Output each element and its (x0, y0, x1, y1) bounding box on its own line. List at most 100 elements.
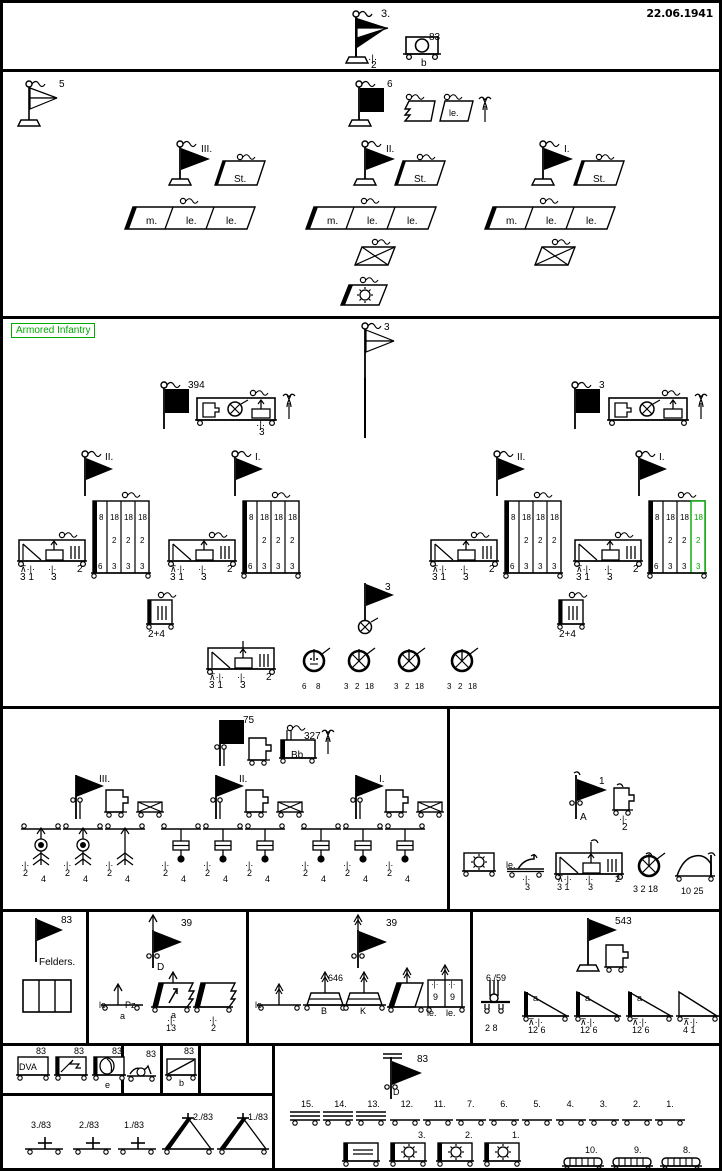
artillery-bn-3-flag (167, 140, 210, 186)
bn-394-2-co2-top: 18 (110, 513, 119, 522)
recon-co-2b-bot1: 2 (205, 868, 211, 878)
bakery-unit-label: 10. (585, 1145, 598, 1155)
panzer-39b-le-label: le. (255, 1000, 265, 1010)
bn-394-1-co4-mid: 2 (290, 536, 295, 545)
recon-co-2a-bot1: 2 (163, 868, 169, 878)
supply-column-label: 12. (400, 1099, 414, 1109)
brigade-stem (364, 378, 366, 438)
bn-394-2-co2-mid: 2 (112, 536, 117, 545)
regiment-394-bn1-hq-val-e: 2 (227, 564, 233, 575)
engineer-gun-value: 3 2 18 (633, 884, 659, 894)
service-unit-2 (54, 1056, 88, 1081)
regiment-394-hq-vehicle (195, 389, 296, 427)
support-divider-2 (246, 909, 249, 1045)
bn-3-1-co3-bot: 3 (682, 562, 687, 571)
center-gun-2-right: 18 (365, 682, 374, 691)
bn-394-2-co4-top: 18 (138, 513, 147, 522)
service-unit-5-number: 83 (184, 1046, 195, 1056)
regiment-3-bn1-roman: I. (659, 452, 665, 463)
regiment-3-bn1-hq-val-d: 3 (607, 572, 613, 583)
recon-co-3b-bot2: 4 (83, 874, 89, 884)
supply-column-icon (622, 1119, 652, 1126)
supply-column-label: 4. (566, 1099, 575, 1109)
center-gun-3-left: 3 (394, 682, 399, 691)
bn-3-2-co4-bot: 3 (552, 562, 557, 571)
panzer-39b-box-le-1: le. (427, 1008, 437, 1018)
regiment-394-bn2-hq-val-e: 2 (77, 564, 83, 575)
center-gun-4-right: 18 (468, 682, 477, 691)
supply-column-icon (422, 1119, 453, 1126)
bn-394-2-co4-bot: 3 (140, 562, 145, 571)
division-hq-sublabel: b (421, 58, 427, 69)
regiment-394-bn2-roman: II. (105, 452, 114, 463)
supply-column-icon (655, 1119, 686, 1126)
bn-394-2-co3-bot: 3 (126, 562, 131, 571)
bakery-unit-label: 8. (683, 1145, 691, 1155)
recon-bn1-truck (384, 789, 409, 818)
panzer-39b-box-dots-1: ·|· (431, 980, 439, 989)
engineer-bn-number: 1 (599, 776, 605, 787)
engineer-bridge-label: le. (506, 860, 516, 870)
bn-394-2-co1-top: 8 (99, 513, 104, 522)
bn-3-1-co2-mid: 2 (668, 536, 673, 545)
panzer-39-a-label: a (120, 1011, 126, 1021)
center-gun-4-mid: 2 (458, 682, 463, 691)
recon-co-3c-bot2: 4 (125, 874, 131, 884)
regiment-394-bn2-flag (81, 450, 113, 496)
workshop-unit-3 (389, 1142, 427, 1167)
artillery-bn-3-staff (214, 153, 266, 186)
ambulance-unit-2-label: 2./83 (193, 1112, 214, 1122)
bakery-unit-label: 9. (634, 1145, 642, 1155)
regiment-3-bn2-hq-val-d: 3 (463, 572, 469, 583)
support-divider-1 (86, 909, 89, 1045)
bn-394-1-co1-bot: 6 (248, 562, 253, 571)
engineer-truck-value: 2 (622, 822, 628, 833)
artillery-observation-unit-2 (353, 238, 397, 266)
artillery-bn-1-staff (573, 153, 625, 186)
bn-3-2-co3-top: 18 (536, 513, 545, 522)
brigade-flag (361, 322, 395, 379)
medical-unit-3 (25, 1137, 63, 1155)
artillery-bn-2-battery-1: m. (327, 216, 339, 227)
regiment-3-bn1-hq-val-e: 2 (633, 564, 639, 575)
service-unit-3 (92, 1056, 126, 1081)
date-header: 22.06.1941 (646, 7, 713, 20)
center-group-flag-number: 3 (385, 582, 391, 593)
recon-truck-icon (247, 737, 272, 766)
recon-co-2b-bot2: 4 (223, 874, 229, 884)
recon-bn3-trailer (136, 801, 164, 818)
svg-text:le.: le. (449, 108, 459, 118)
ambulance-unit-1-label: 1./83 (248, 1112, 269, 1122)
at-543-co2-label: a (585, 993, 591, 1003)
workshop-unit-3-label: 3. (418, 1130, 426, 1140)
artillery-bn-2-battery-3: le. (407, 216, 418, 227)
panzer-39-co-a-value: 13 (166, 1023, 177, 1033)
artillery-bn-1-battery-1: m. (506, 216, 518, 227)
felders-label: Felders. (39, 957, 76, 968)
at-543-co2-value: 12 6 (580, 1025, 598, 1035)
recon-co-2c-bot1: 2 (247, 868, 253, 878)
service-unit-5-sub: b (179, 1078, 185, 1088)
regiment-394-staff-value: 3 (259, 427, 265, 438)
artillery-bn-2-staff (394, 153, 446, 186)
at-543-flak-unit (481, 980, 510, 1014)
recon-bn2-trailer (276, 801, 304, 818)
supply-column-label: 1. (666, 1099, 674, 1109)
services-divider-4 (272, 1043, 275, 1168)
section-divider-4 (3, 909, 719, 912)
engineer-hq-val-e: 2 (615, 874, 621, 884)
regiment-3-bn1-flag (635, 450, 667, 496)
recon-co-3a-bot2: 4 (41, 874, 47, 884)
bn-394-1-co2-bot: 3 (262, 562, 267, 571)
felders-number: 83 (61, 915, 73, 926)
bn-3-2-co3-mid: 2 (538, 536, 543, 545)
workshop-unit-2 (436, 1142, 474, 1167)
bn-394-1-co4-bot: 3 (290, 562, 295, 571)
recon-co-1b-bot2: 4 (363, 874, 369, 884)
regiment-3-number: 3 (599, 380, 605, 391)
bn-394-1-co4-top: 18 (288, 513, 297, 522)
regiment-394-bn1-hq-val-b: 3 1 (170, 572, 184, 583)
panzer-39b-box-dots-2: ·|· (448, 980, 456, 989)
bn-3-1-co3-top: 18 (680, 513, 689, 522)
artillery-left-flag (16, 80, 58, 127)
